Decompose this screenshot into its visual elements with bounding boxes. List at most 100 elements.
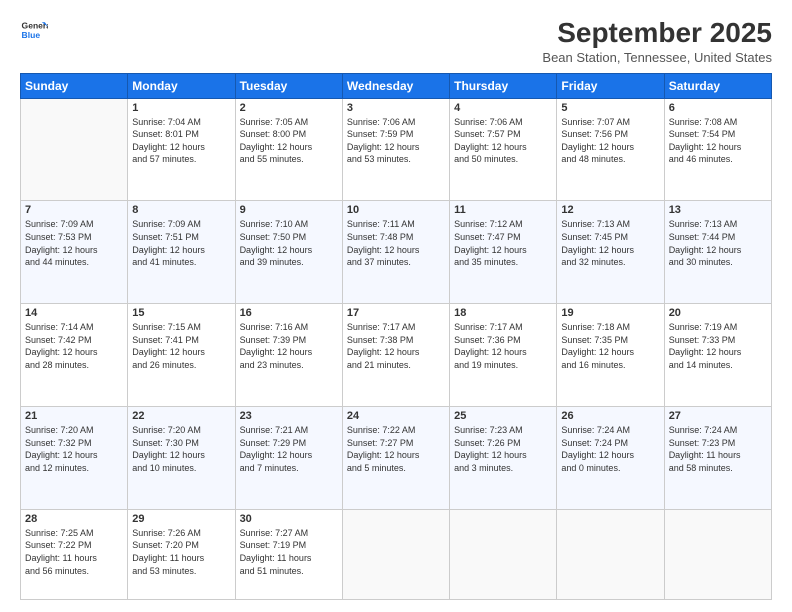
calendar-week-row: 28 Sunrise: 7:25 AM Sunset: 7:22 PM Dayli… <box>21 509 772 599</box>
calendar-week-row: 21 Sunrise: 7:20 AM Sunset: 7:32 PM Dayli… <box>21 406 772 509</box>
day-number: 7 <box>25 204 123 216</box>
table-row: 19 Sunrise: 7:18 AM Sunset: 7:35 PM Dayli… <box>557 304 664 407</box>
table-row: 15Sunrise: 7:15 AM Sunset: 7:41 PM Dayli… <box>128 304 235 407</box>
day-number: 18 <box>454 307 552 319</box>
day-number: 19 <box>561 307 659 319</box>
day-number: 5 <box>561 102 659 114</box>
table-row: 17 Sunrise: 7:17 AM Sunset: 7:38 PM Dayli… <box>342 304 449 407</box>
logo-icon: General Blue <box>20 16 48 44</box>
day-info: Sunrise: 7:20 AM Sunset: 7:30 PM Dayligh… <box>132 424 230 474</box>
day-number: 1 <box>132 102 230 114</box>
day-info: Sunrise: 7:13 AM Sunset: 7:45 PM Dayligh… <box>561 218 659 268</box>
table-row <box>557 509 664 599</box>
calendar-week-row: 7 Sunrise: 7:09 AM Sunset: 7:53 PM Daylig… <box>21 201 772 304</box>
day-number: 24 <box>347 410 445 422</box>
day-info: Sunrise: 7:26 AM Sunset: 7:20 PM Dayligh… <box>132 527 230 577</box>
table-row: 5 Sunrise: 7:07 AM Sunset: 7:56 PM Daylig… <box>557 98 664 201</box>
table-row: 24 Sunrise: 7:22 AM Sunset: 7:27 PM Dayli… <box>342 406 449 509</box>
day-number: 2 <box>240 102 338 114</box>
day-info: Sunrise: 7:08 AM Sunset: 7:54 PM Dayligh… <box>669 116 767 166</box>
table-row: 10Sunrise: 7:11 AM Sunset: 7:48 PM Dayli… <box>342 201 449 304</box>
col-tuesday: Tuesday <box>235 73 342 98</box>
day-number: 11 <box>454 204 552 216</box>
table-row: 27 Sunrise: 7:24 AM Sunset: 7:23 PM Dayli… <box>664 406 771 509</box>
day-info: Sunrise: 7:06 AM Sunset: 7:59 PM Dayligh… <box>347 116 445 166</box>
day-number: 4 <box>454 102 552 114</box>
subtitle: Bean Station, Tennessee, United States <box>542 50 772 65</box>
calendar-week-row: 1 Sunrise: 7:04 AM Sunset: 8:01 PM Daylig… <box>21 98 772 201</box>
day-info: Sunrise: 7:11 AM Sunset: 7:48 PM Dayligh… <box>347 218 445 268</box>
day-info: Sunrise: 7:27 AM Sunset: 7:19 PM Dayligh… <box>240 527 338 577</box>
day-info: Sunrise: 7:04 AM Sunset: 8:01 PM Dayligh… <box>132 116 230 166</box>
table-row: 4 Sunrise: 7:06 AM Sunset: 7:57 PM Daylig… <box>450 98 557 201</box>
day-info: Sunrise: 7:24 AM Sunset: 7:24 PM Dayligh… <box>561 424 659 474</box>
day-number: 14 <box>25 307 123 319</box>
day-info: Sunrise: 7:16 AM Sunset: 7:39 PM Dayligh… <box>240 321 338 371</box>
day-info: Sunrise: 7:12 AM Sunset: 7:47 PM Dayligh… <box>454 218 552 268</box>
day-number: 9 <box>240 204 338 216</box>
day-info: Sunrise: 7:24 AM Sunset: 7:23 PM Dayligh… <box>669 424 767 474</box>
table-row: 2Sunrise: 7:05 AM Sunset: 8:00 PM Daylig… <box>235 98 342 201</box>
day-info: Sunrise: 7:17 AM Sunset: 7:36 PM Dayligh… <box>454 321 552 371</box>
day-info: Sunrise: 7:21 AM Sunset: 7:29 PM Dayligh… <box>240 424 338 474</box>
day-number: 17 <box>347 307 445 319</box>
day-info: Sunrise: 7:18 AM Sunset: 7:35 PM Dayligh… <box>561 321 659 371</box>
day-number: 20 <box>669 307 767 319</box>
day-number: 8 <box>132 204 230 216</box>
col-wednesday: Wednesday <box>342 73 449 98</box>
table-row: 3 Sunrise: 7:06 AM Sunset: 7:59 PM Daylig… <box>342 98 449 201</box>
day-number: 27 <box>669 410 767 422</box>
table-row: 9 Sunrise: 7:10 AM Sunset: 7:50 PM Daylig… <box>235 201 342 304</box>
table-row: 30 Sunrise: 7:27 AM Sunset: 7:19 PM Dayli… <box>235 509 342 599</box>
calendar-week-row: 14 Sunrise: 7:14 AM Sunset: 7:42 PM Dayli… <box>21 304 772 407</box>
header: General Blue September 2025 Bean Station… <box>20 16 772 65</box>
table-row: 8Sunrise: 7:09 AM Sunset: 7:51 PM Daylig… <box>128 201 235 304</box>
day-info: Sunrise: 7:22 AM Sunset: 7:27 PM Dayligh… <box>347 424 445 474</box>
calendar: Sunday Monday Tuesday Wednesday Thursday… <box>20 73 772 600</box>
col-sunday: Sunday <box>21 73 128 98</box>
day-info: Sunrise: 7:25 AM Sunset: 7:22 PM Dayligh… <box>25 527 123 577</box>
table-row: 20 Sunrise: 7:19 AM Sunset: 7:33 PM Dayli… <box>664 304 771 407</box>
day-number: 23 <box>240 410 338 422</box>
day-info: Sunrise: 7:14 AM Sunset: 7:42 PM Dayligh… <box>25 321 123 371</box>
day-info: Sunrise: 7:20 AM Sunset: 7:32 PM Dayligh… <box>25 424 123 474</box>
svg-text:Blue: Blue <box>22 30 41 40</box>
table-row: 1 Sunrise: 7:04 AM Sunset: 8:01 PM Daylig… <box>128 98 235 201</box>
day-info: Sunrise: 7:06 AM Sunset: 7:57 PM Dayligh… <box>454 116 552 166</box>
day-info: Sunrise: 7:09 AM Sunset: 7:53 PM Dayligh… <box>25 218 123 268</box>
day-number: 25 <box>454 410 552 422</box>
table-row: 25 Sunrise: 7:23 AM Sunset: 7:26 PM Dayli… <box>450 406 557 509</box>
table-row: 26Sunrise: 7:24 AM Sunset: 7:24 PM Dayli… <box>557 406 664 509</box>
table-row: 6 Sunrise: 7:08 AM Sunset: 7:54 PM Daylig… <box>664 98 771 201</box>
day-info: Sunrise: 7:10 AM Sunset: 7:50 PM Dayligh… <box>240 218 338 268</box>
day-number: 22 <box>132 410 230 422</box>
main-title: September 2025 <box>542 16 772 50</box>
day-number: 12 <box>561 204 659 216</box>
table-row: 12 Sunrise: 7:13 AM Sunset: 7:45 PM Dayli… <box>557 201 664 304</box>
header-row: Sunday Monday Tuesday Wednesday Thursday… <box>21 73 772 98</box>
table-row: 21 Sunrise: 7:20 AM Sunset: 7:32 PM Dayli… <box>21 406 128 509</box>
day-number: 21 <box>25 410 123 422</box>
day-info: Sunrise: 7:07 AM Sunset: 7:56 PM Dayligh… <box>561 116 659 166</box>
logo: General Blue <box>20 16 48 44</box>
col-friday: Friday <box>557 73 664 98</box>
table-row: 23 Sunrise: 7:21 AM Sunset: 7:29 PM Dayli… <box>235 406 342 509</box>
table-row: 16Sunrise: 7:16 AM Sunset: 7:39 PM Dayli… <box>235 304 342 407</box>
col-monday: Monday <box>128 73 235 98</box>
col-thursday: Thursday <box>450 73 557 98</box>
table-row: 11 Sunrise: 7:12 AM Sunset: 7:47 PM Dayli… <box>450 201 557 304</box>
day-info: Sunrise: 7:23 AM Sunset: 7:26 PM Dayligh… <box>454 424 552 474</box>
table-row <box>342 509 449 599</box>
table-row: 22 Sunrise: 7:20 AM Sunset: 7:30 PM Dayli… <box>128 406 235 509</box>
table-row <box>664 509 771 599</box>
day-number: 6 <box>669 102 767 114</box>
day-info: Sunrise: 7:13 AM Sunset: 7:44 PM Dayligh… <box>669 218 767 268</box>
day-number: 30 <box>240 513 338 525</box>
day-number: 29 <box>132 513 230 525</box>
day-info: Sunrise: 7:17 AM Sunset: 7:38 PM Dayligh… <box>347 321 445 371</box>
day-info: Sunrise: 7:19 AM Sunset: 7:33 PM Dayligh… <box>669 321 767 371</box>
day-number: 3 <box>347 102 445 114</box>
table-row <box>21 98 128 201</box>
day-number: 28 <box>25 513 123 525</box>
table-row: 18 Sunrise: 7:17 AM Sunset: 7:36 PM Dayli… <box>450 304 557 407</box>
